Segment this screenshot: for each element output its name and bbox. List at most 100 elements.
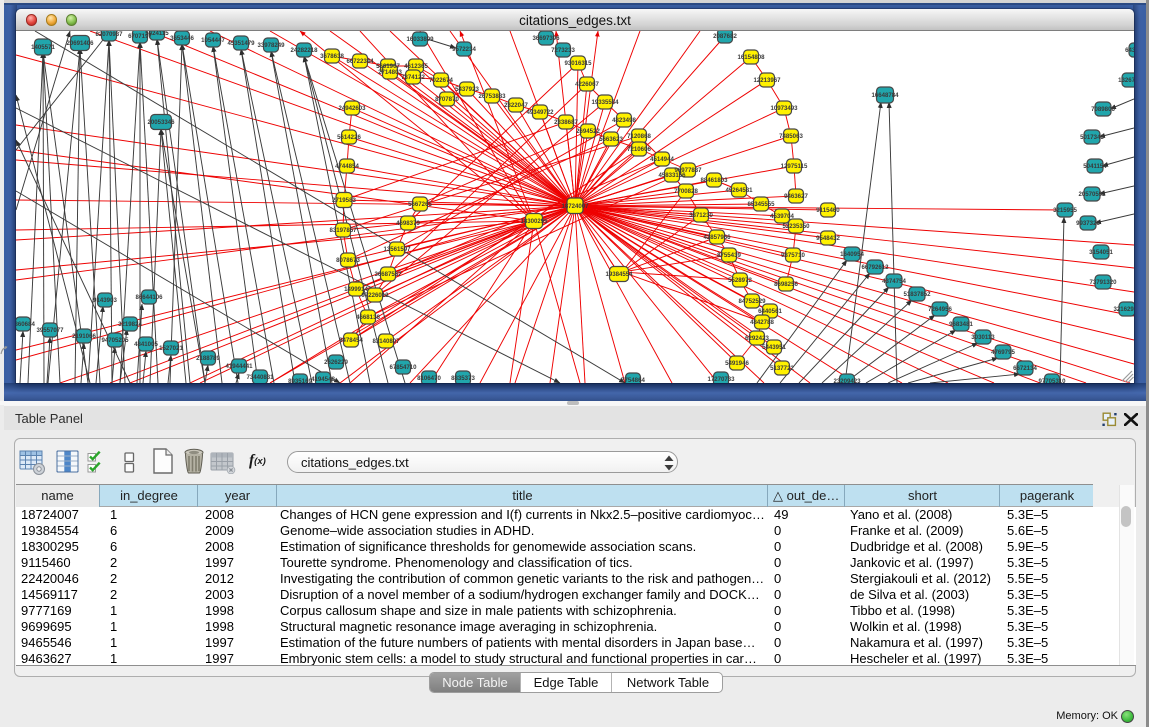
svg-text:1054447: 1054447	[201, 37, 225, 44]
svg-text:7089806: 7089806	[1091, 106, 1115, 113]
svg-text:4841005: 4841005	[134, 341, 158, 348]
svg-text:2087682: 2087682	[713, 33, 737, 40]
svg-text:1326765: 1326765	[1118, 77, 1134, 84]
svg-text:1405571: 1405571	[31, 44, 55, 51]
svg-text:26753883: 26753883	[478, 93, 506, 100]
svg-text:73440831: 73440831	[246, 374, 274, 381]
svg-text:9937326: 9937326	[1076, 220, 1100, 227]
svg-text:6438436: 6438436	[1125, 47, 1134, 54]
svg-text:4539704: 4539704	[770, 213, 794, 220]
svg-text:7754864: 7754864	[621, 377, 645, 383]
svg-text:85345555: 85345555	[747, 201, 775, 208]
svg-text:45351479: 45351479	[227, 40, 255, 47]
svg-text:3215955: 3215955	[1053, 207, 1077, 214]
svg-text:9375710: 9375710	[781, 252, 805, 259]
svg-text:8707870: 8707870	[435, 96, 459, 103]
svg-text:51837852: 51837852	[903, 291, 931, 298]
svg-text:2188789: 2188789	[196, 355, 220, 362]
svg-text:20053346: 20053346	[147, 119, 175, 126]
svg-text:18724007: 18724007	[561, 203, 589, 210]
svg-text:83140807: 83140807	[372, 338, 400, 345]
svg-text:4769795: 4769795	[991, 349, 1015, 356]
svg-text:6292423: 6292423	[745, 335, 769, 342]
svg-text:93016315: 93016315	[564, 60, 592, 67]
svg-text:9478454: 9478454	[339, 337, 363, 344]
svg-text:19384554: 19384554	[605, 271, 633, 278]
svg-text:7022674: 7022674	[429, 77, 453, 84]
svg-text:39557077: 39557077	[36, 327, 64, 334]
svg-text:2714803: 2714803	[378, 69, 402, 76]
svg-text:3678638: 3678638	[320, 53, 344, 60]
svg-text:23209423: 23209423	[833, 378, 861, 383]
svg-text:2694522: 2694522	[576, 128, 600, 135]
svg-text:84752529: 84752529	[738, 298, 766, 305]
svg-text:20570592: 20570592	[1078, 191, 1106, 198]
svg-text:83197857: 83197857	[329, 227, 357, 234]
svg-text:3030113: 3030113	[971, 334, 995, 341]
svg-text:8106470: 8106470	[417, 375, 441, 382]
svg-text:10973493: 10973493	[770, 105, 798, 112]
svg-text:9463627: 9463627	[784, 193, 808, 200]
svg-text:4842788: 4842788	[750, 319, 774, 326]
svg-text:36697396: 36697396	[532, 35, 560, 42]
svg-text:17270733: 17270733	[707, 376, 735, 383]
svg-text:5528972: 5528972	[728, 277, 752, 284]
svg-text:7700828: 7700828	[674, 188, 698, 195]
svg-text:86644106: 86644106	[135, 294, 163, 301]
svg-text:94705205: 94705205	[101, 337, 129, 344]
svg-text:45264581: 45264581	[725, 187, 753, 194]
svg-text:4226067: 4226067	[575, 81, 599, 88]
svg-text:2191066: 2191066	[72, 333, 96, 340]
svg-text:7273233: 7273233	[551, 47, 575, 54]
svg-text:7485063: 7485063	[779, 133, 803, 140]
svg-text:49349722: 49349722	[526, 109, 554, 116]
svg-text:2322047: 2322047	[504, 102, 528, 109]
svg-text:12213967: 12213967	[753, 77, 781, 84]
svg-text:3871230: 3871230	[689, 212, 713, 219]
svg-text:16154808: 16154808	[737, 54, 765, 61]
svg-text:5437923: 5437923	[455, 86, 479, 93]
svg-text:88461803: 88461803	[700, 177, 728, 184]
svg-text:2626229: 2626229	[324, 359, 348, 366]
svg-text:8698256: 8698256	[774, 281, 798, 288]
svg-text:24282218: 24282218	[290, 47, 318, 54]
svg-text:8835373: 8835373	[451, 375, 475, 382]
svg-text:5667265: 5667265	[408, 201, 432, 208]
svg-text:4514944: 4514944	[650, 156, 674, 163]
svg-text:2338687: 2338687	[554, 119, 578, 126]
svg-text:52235350: 52235350	[782, 223, 810, 230]
svg-text:7210606: 7210606	[627, 146, 651, 153]
svg-text:5663623: 5663623	[599, 136, 623, 143]
svg-text:5491946: 5491946	[725, 360, 749, 367]
svg-text:16648784: 16648784	[871, 92, 899, 99]
svg-text:66792612: 66792612	[861, 264, 889, 271]
svg-text:5137722: 5137722	[770, 365, 794, 372]
svg-text:67854710: 67854710	[389, 364, 417, 371]
svg-text:24942603: 24942603	[338, 105, 366, 112]
svg-text:19335534: 19335534	[591, 99, 619, 106]
svg-text:9143903: 9143903	[93, 297, 117, 304]
svg-text:4823498: 4823498	[612, 117, 636, 124]
svg-text:6440561: 6440561	[758, 308, 782, 315]
svg-text:41944441: 41944441	[225, 363, 253, 370]
svg-text:4612365: 4612365	[404, 63, 428, 70]
svg-text:73791320: 73791320	[1089, 279, 1117, 286]
svg-text:7264956: 7264956	[928, 306, 952, 313]
svg-text:16033809: 16033809	[406, 36, 434, 43]
svg-text:5924115: 5924115	[145, 31, 169, 37]
svg-text:3219824: 3219824	[118, 321, 142, 328]
svg-text:1527021: 1527021	[159, 345, 183, 352]
svg-text:66722344: 66722344	[346, 58, 374, 65]
svg-text:8935169: 8935169	[288, 378, 312, 383]
svg-text:8755439: 8755439	[717, 252, 741, 259]
svg-text:42857966: 42857966	[703, 234, 731, 241]
svg-text:96977837: 96977837	[674, 167, 702, 174]
svg-text:4860684: 4860684	[16, 321, 35, 328]
svg-text:4374754: 4374754	[882, 278, 906, 285]
svg-text:36687537: 36687537	[374, 271, 402, 278]
svg-text:7120868: 7120868	[627, 133, 651, 140]
svg-text:5041154: 5041154	[1083, 163, 1107, 170]
svg-text:33978249: 33978249	[257, 42, 285, 49]
svg-text:1640954: 1640954	[840, 251, 864, 258]
svg-text:20691406: 20691406	[66, 40, 94, 47]
